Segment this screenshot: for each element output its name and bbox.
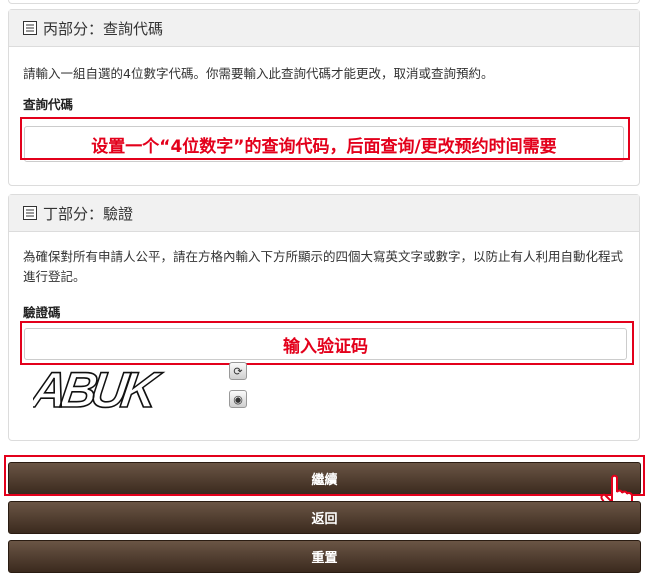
back-button-label: 返回 <box>311 512 338 527</box>
refresh-captcha-icon[interactable]: ⟳ <box>229 362 247 380</box>
audio-captcha-icon[interactable]: ◉ <box>229 390 247 408</box>
previous-section-panel <box>8 0 640 4</box>
query-code-highlight <box>20 117 630 160</box>
section-d-description: 為確保對所有申請人公平，請在方格內輸入下方所顯示的四個大寫英文字或數字，以防止有… <box>23 249 624 284</box>
section-c-title: 丙部分：查詢代碼 <box>43 19 164 38</box>
reset-button[interactable]: 重置 <box>8 540 641 573</box>
query-code-label: 查詢代碼 <box>23 97 74 112</box>
reset-button-label: 重置 <box>311 551 338 566</box>
section-d-panel: 丁部分：驗證 為確保對所有申請人公平，請在方格內輸入下方所顯示的四個大寫英文字或… <box>8 194 640 441</box>
section-c-panel: 丙部分：查詢代碼 請輸入一組自選的4位數字代碼。你需要輸入此查詢代碼才能更改，取… <box>8 9 640 186</box>
continue-highlight <box>4 455 645 496</box>
section-d-header: 丁部分：驗證 <box>9 195 639 232</box>
captcha-highlight <box>20 321 634 365</box>
form-icon <box>23 206 37 220</box>
captcha-image: ABUK <box>24 361 233 418</box>
form-icon <box>23 21 37 35</box>
captcha-glyphs: ABUK <box>33 363 165 415</box>
captcha-label: 驗證碼 <box>23 305 61 320</box>
back-button[interactable]: 返回 <box>8 501 641 534</box>
section-c-description: 請輸入一組自選的4位數字代碼。你需要輸入此查詢代碼才能更改，取消或查詢預約。 <box>23 66 494 81</box>
section-d-title: 丁部分：驗證 <box>43 204 134 223</box>
section-c-header: 丙部分：查詢代碼 <box>9 10 639 47</box>
